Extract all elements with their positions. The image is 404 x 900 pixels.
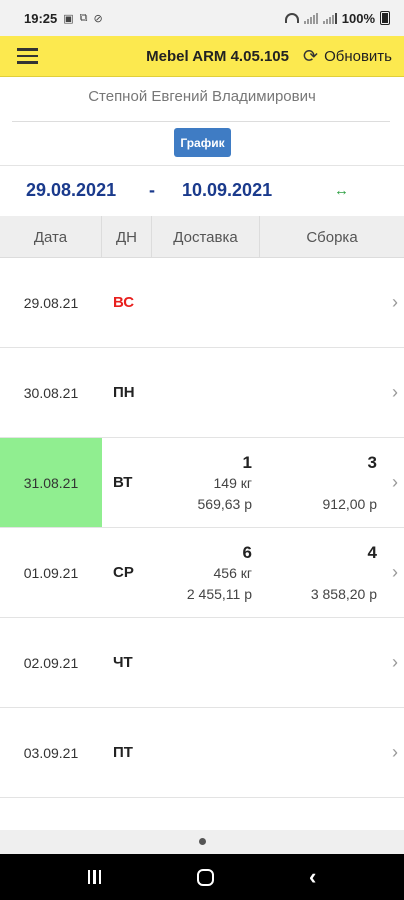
column-header-delivery: Доставка bbox=[152, 216, 260, 258]
chevron-right-icon: › bbox=[392, 292, 398, 312]
schedule-list: 29.08.21 ВС › 30.08.21 ПН › 31.08.21 ВТ … bbox=[0, 258, 404, 798]
row-date: 30.08.21 bbox=[23, 384, 79, 401]
row-day: СР bbox=[113, 564, 134, 581]
row-date: 29.08.21 bbox=[23, 294, 79, 311]
divider bbox=[0, 165, 404, 166]
refresh-button[interactable]: ⟳ Обновить bbox=[303, 47, 404, 65]
battery-percent: 100% bbox=[341, 10, 375, 26]
delivery-cell: 1 149 кг 569,63 р bbox=[198, 452, 253, 515]
divider bbox=[12, 121, 390, 122]
assembly-spacer bbox=[323, 473, 378, 494]
assembly-sum: 3 858,20 р bbox=[310, 586, 377, 602]
row-date: 31.08.21 bbox=[0, 438, 102, 527]
refresh-icon: ⟳ bbox=[302, 46, 319, 66]
assembly-count: 3 bbox=[367, 453, 377, 472]
app-toolbar: Mebel ARM 4.05.105 ⟳ Обновить bbox=[0, 36, 404, 77]
page-indicator-dot bbox=[199, 838, 206, 845]
date-separator: - bbox=[149, 180, 155, 200]
table-header: Дата ДН Доставка Сборка bbox=[0, 216, 404, 258]
chevron-right-icon: › bbox=[392, 382, 398, 402]
column-header-date: Дата bbox=[0, 216, 102, 258]
chevron-right-icon: › bbox=[392, 472, 398, 492]
signal-icon bbox=[303, 12, 318, 24]
app-title: Mebel ARM 4.05.105 bbox=[146, 47, 289, 65]
screenshot-icon: ⧉ bbox=[79, 11, 88, 24]
user-name: Степной Евгений Владимирович bbox=[88, 88, 316, 105]
home-icon[interactable] bbox=[196, 868, 214, 886]
assembly-cell: 3 912,00 р bbox=[323, 452, 378, 515]
delivery-sum: 2 455,11 р bbox=[186, 586, 252, 602]
date-to[interactable]: 10.09.2021 bbox=[182, 180, 272, 201]
status-left: 19:25 ▣ ⧉ ⊘ bbox=[24, 11, 103, 26]
back-icon[interactable]: ‹ bbox=[309, 866, 316, 888]
signal-icon-2 bbox=[322, 12, 337, 24]
table-row[interactable]: 30.08.21 ПН › bbox=[0, 348, 404, 438]
table-row[interactable]: 01.09.21 СР 6 456 кг 2 455,11 р 4 3 858,… bbox=[0, 528, 404, 618]
table-row[interactable]: 31.08.21 ВТ 1 149 кг 569,63 р 3 912,00 р… bbox=[0, 438, 404, 528]
chevron-right-icon: › bbox=[392, 562, 398, 582]
row-date: 03.09.21 bbox=[23, 744, 79, 761]
chevron-right-icon: › bbox=[392, 652, 398, 672]
delivery-weight: 456 кг bbox=[213, 565, 252, 581]
status-bar: 19:25 ▣ ⧉ ⊘ 100% bbox=[0, 0, 404, 36]
assembly-count: 4 bbox=[367, 543, 377, 562]
row-date: 01.09.21 bbox=[23, 564, 79, 581]
row-day: ПТ bbox=[113, 744, 133, 761]
column-header-assembly: Сборка bbox=[306, 228, 358, 246]
schedule-button[interactable]: График bbox=[174, 128, 231, 157]
row-day: ВТ bbox=[113, 474, 133, 491]
delivery-cell: 6 456 кг 2 455,11 р bbox=[187, 542, 252, 605]
date-from[interactable]: 29.08.2021 bbox=[26, 180, 116, 201]
refresh-label: Обновить bbox=[324, 47, 392, 65]
wifi-icon bbox=[284, 13, 299, 23]
chevron-right-icon: › bbox=[392, 742, 398, 762]
table-row[interactable]: 29.08.21 ВС › bbox=[0, 258, 404, 348]
table-row[interactable]: 02.09.21 ЧТ › bbox=[0, 618, 404, 708]
delivery-count: 6 bbox=[242, 543, 252, 562]
gallery-icon: ▣ bbox=[63, 12, 74, 25]
assembly-sum: 912,00 р bbox=[322, 496, 378, 512]
expand-period-icon[interactable]: ↔ bbox=[334, 182, 349, 199]
row-day: ПН bbox=[113, 384, 135, 401]
battery-icon bbox=[380, 11, 390, 25]
column-header-day: ДН bbox=[102, 216, 152, 258]
system-nav-bar: ‹ bbox=[0, 854, 404, 900]
row-date: 02.09.21 bbox=[23, 654, 79, 671]
recent-apps-icon[interactable] bbox=[87, 870, 102, 884]
row-day: ВС bbox=[113, 294, 135, 311]
delivery-weight: 149 кг bbox=[213, 475, 252, 491]
menu-icon[interactable] bbox=[0, 36, 56, 77]
sync-icon: ⊘ bbox=[93, 12, 103, 25]
status-right: 100% bbox=[284, 10, 390, 26]
assembly-cell: 4 3 858,20 р bbox=[311, 542, 377, 605]
table-row[interactable]: 03.09.21 ПТ › bbox=[0, 708, 404, 798]
status-time: 19:25 bbox=[24, 10, 58, 26]
assembly-spacer bbox=[311, 563, 377, 584]
row-day: ЧТ bbox=[113, 654, 133, 671]
delivery-count: 1 bbox=[242, 453, 252, 472]
date-period: 29.08.2021 - 10.09.2021 ↔ bbox=[0, 168, 404, 213]
delivery-sum: 569,63 р bbox=[197, 496, 253, 512]
